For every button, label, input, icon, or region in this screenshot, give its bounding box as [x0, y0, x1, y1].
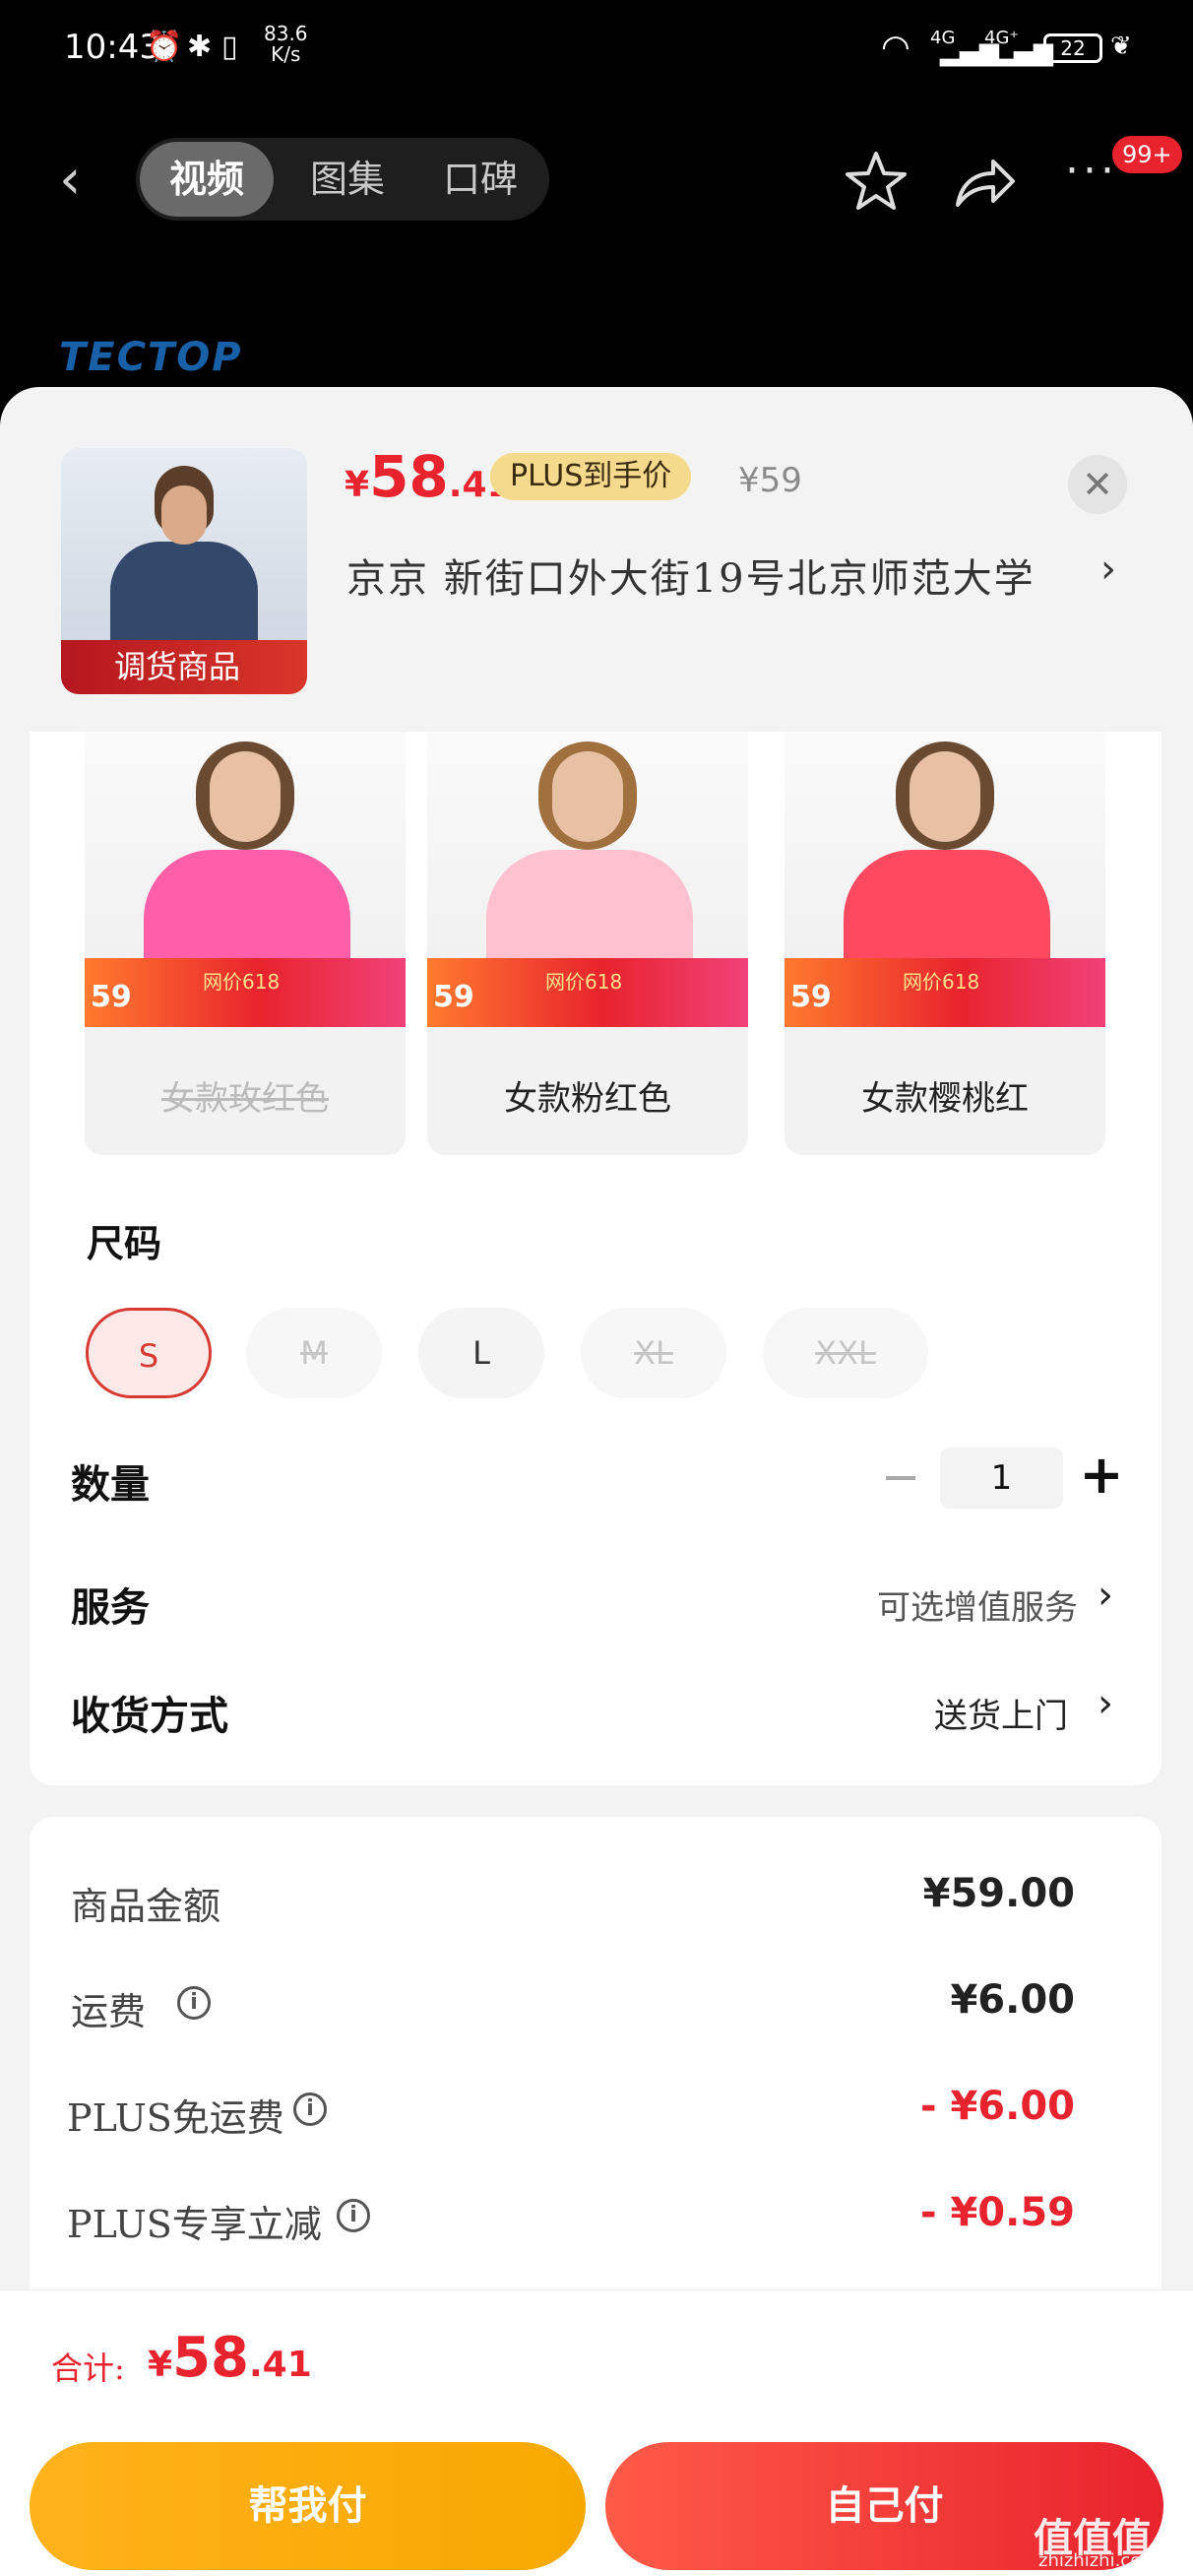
size-section-title: 尺码 [87, 1221, 162, 1265]
delivery-method-label: 收货方式 [71, 1693, 228, 1739]
promo-price: 59 [790, 980, 832, 1014]
goods-amount-value: ¥59.00 [922, 1871, 1075, 1916]
color-label: 女款玫红色 [161, 1079, 329, 1119]
wifi-icon: ◠ [881, 28, 910, 67]
plus-discount-label: PLUS专享立减 [67, 2203, 322, 2246]
more-icon[interactable]: ··· [1065, 146, 1118, 196]
plus-price-badge: PLUS到手价 [490, 453, 692, 500]
color-option-cherry[interactable]: 59 网价618 女款樱桃红 [785, 732, 1105, 1155]
color-option-rose[interactable]: 59 网价618 女款玫红色 [85, 732, 406, 1155]
delivery-address[interactable]: 京京 新街口外大街19号北京师范大学 [346, 547, 1036, 604]
bluetooth-icon: ✱ [187, 30, 213, 64]
color-option-pink[interactable]: 59 网价618 女款粉红色 [427, 732, 748, 1155]
original-price: ¥59 [738, 461, 802, 500]
promo-banner: 59 网价618 [427, 958, 748, 1027]
transfer-goods-tag: 调货商品 [61, 640, 307, 694]
color-image: 59 网价618 [85, 732, 406, 1027]
delivery-method-value[interactable]: 送货上门 [689, 1689, 1068, 1737]
color-label: 女款粉红色 [504, 1079, 671, 1119]
help-me-pay-button[interactable]: 帮我付 [30, 2442, 586, 2570]
quantity-label: 数量 [71, 1461, 150, 1508]
promo-price: 59 [433, 980, 474, 1014]
promo-text: 网价618 [903, 970, 980, 994]
color-image: 59 网价618 [785, 732, 1105, 1027]
tab-reviews[interactable]: 口碑 [416, 138, 544, 221]
size-option-xxl[interactable]: XXL [763, 1308, 928, 1398]
close-icon[interactable]: ✕ [1068, 455, 1127, 514]
service-value[interactable]: 可选增值服务 [689, 1580, 1078, 1629]
size-option-m[interactable]: M [246, 1308, 382, 1398]
size-option-xl[interactable]: XL [581, 1308, 726, 1398]
alarm-icon: ⏰ [146, 30, 183, 64]
tab-gallery[interactable]: 图集 [283, 138, 411, 221]
promo-text: 网价618 [545, 970, 623, 994]
model-face [210, 751, 281, 842]
net-speed-value: 83.6 [264, 22, 308, 45]
site-watermark-url: zhizhizhi.com [1038, 2550, 1159, 2571]
net-speed: 83.6 K/s [264, 24, 308, 65]
plus-free-shipping-value: - ¥6.00 [919, 2084, 1075, 2129]
quantity-minus-button[interactable]: − [881, 1448, 920, 1507]
service-chevron-icon[interactable]: › [1098, 1573, 1113, 1618]
size-option-l[interactable]: L [418, 1308, 544, 1398]
model-face [552, 751, 623, 842]
brand-logo: TECTOP [59, 335, 243, 380]
shipping-value: ¥6.00 [950, 1977, 1075, 2023]
message-badge: 99+ [1112, 136, 1182, 173]
promo-banner: 59 网价618 [785, 958, 1105, 1027]
tab-video[interactable]: 视频 [140, 142, 274, 217]
quantity-input[interactable]: 1 [940, 1448, 1063, 1509]
battery-icon: 22 [1043, 33, 1102, 63]
service-label: 服务 [71, 1584, 150, 1631]
plus-discount-info-icon[interactable]: i [337, 2199, 370, 2232]
plus-discount-value: - ¥0.59 [919, 2190, 1075, 2235]
vibrate-icon: ▯ [221, 30, 238, 64]
promo-banner: 59 网价618 [85, 958, 406, 1027]
model-face [910, 751, 980, 842]
total-decimal: .41 [249, 2345, 312, 2385]
media-tabs: 视频 图集 口碑 [136, 138, 549, 221]
goods-amount-label: 商品金额 [71, 1885, 221, 1928]
price-currency: ¥ [345, 465, 370, 505]
plus-free-shipping-label: PLUS免运费 [67, 2096, 284, 2140]
address-chevron-icon[interactable]: › [1100, 547, 1116, 592]
total-integer: 58 [172, 2326, 249, 2390]
color-label: 女款樱桃红 [861, 1079, 1029, 1119]
shipping-info-icon[interactable]: i [177, 1986, 211, 2020]
price-integer: 58 [369, 443, 449, 510]
share-icon[interactable] [950, 148, 1019, 217]
size-option-s[interactable]: S [86, 1308, 212, 1398]
promo-price: 59 [91, 980, 132, 1014]
color-image: 59 网价618 [427, 732, 748, 1027]
delivery-chevron-icon[interactable]: › [1098, 1681, 1113, 1726]
total-currency: ¥ [148, 2345, 173, 2385]
promo-text: 网价618 [203, 970, 281, 994]
back-icon[interactable]: ‹ [59, 153, 98, 212]
status-bar: 10:43 ⏰ ✱ ▯ 83.6 K/s ◠ 4G ▂▄▆ 4G⁺ ▂▄▆ 22… [0, 0, 1193, 98]
leaf-icon: ❦ [1110, 32, 1132, 61]
plus-free-shipping-info-icon[interactable]: i [293, 2093, 327, 2126]
plus-price: ¥58.41 [345, 443, 512, 510]
net-speed-unit: K/s [271, 42, 301, 66]
quantity-plus-button[interactable]: + [1078, 1444, 1125, 1507]
thumb-face [161, 485, 207, 545]
total-label: 合计: [51, 2350, 125, 2387]
favorite-star-icon[interactable] [842, 148, 910, 217]
shipping-label: 运费 [71, 1990, 147, 2033]
product-thumbnail: 调货商品 [61, 448, 307, 694]
total-price: ¥58.41 [148, 2326, 312, 2390]
